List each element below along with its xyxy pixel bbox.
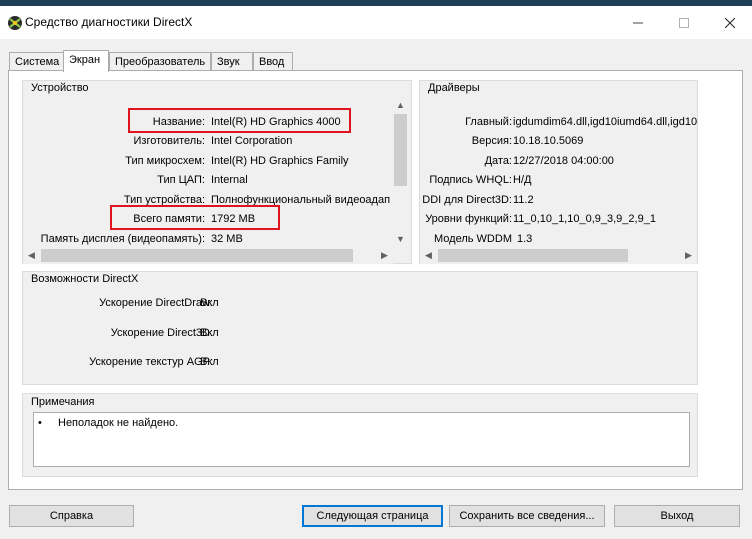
feature-levels-label: Уровни функций: [425, 213, 512, 225]
tab-label: Система [15, 56, 60, 68]
chip-type-value: Intel(R) HD Graphics Family [211, 155, 349, 167]
directx-features-group: Возможности DirectX Ускорение DirectDraw… [22, 271, 698, 385]
tab-renderer[interactable]: Преобразователь [109, 52, 211, 71]
main-driver-label: Главный: [465, 116, 512, 128]
ddi-value: 11.2 [513, 194, 534, 206]
bullet-icon: • [38, 417, 42, 429]
device-group-title: Устройство [31, 82, 89, 94]
scroll-right-arrow-icon[interactable]: ▶ [680, 247, 697, 264]
directdraw-label: Ускорение DirectDraw: [99, 297, 213, 309]
scroll-left-arrow-icon[interactable]: ◀ [23, 247, 40, 264]
main-driver-value: igdumdim64.dll,igd10iumd64.dll,igd10iu [513, 116, 697, 128]
directdraw-value: Вкл [200, 297, 219, 309]
exit-button[interactable]: Выход [614, 505, 740, 527]
dac-type-label: Тип ЦАП: [157, 174, 205, 186]
close-button[interactable] [707, 6, 752, 39]
minimize-button[interactable] [615, 6, 661, 39]
tab-label: Экран [69, 54, 101, 66]
date-value: 12/27/2018 04:00:00 [513, 155, 614, 167]
whql-value: Н/Д [513, 174, 532, 186]
maximize-button[interactable] [661, 6, 707, 39]
agp-label: Ускорение текстур AGP: [89, 356, 213, 368]
ddi-label: DDI для Direct3D: [422, 194, 512, 206]
close-icon [725, 17, 735, 28]
next-page-button[interactable]: Следующая страница [302, 505, 443, 527]
tab-sound[interactable]: Звук [211, 52, 253, 71]
display-memory-label: Память дисплея (видеопамять): [40, 233, 205, 245]
window-title: Средство диагностики DirectX [25, 15, 193, 29]
tab-label: Звук [217, 56, 240, 68]
scroll-down-arrow-icon[interactable]: ▼ [392, 230, 409, 247]
scroll-thumb[interactable] [394, 114, 407, 186]
tab-input[interactable]: Ввод [253, 52, 293, 71]
tab-label: Преобразователь [115, 56, 206, 68]
device-name-highlight [128, 108, 351, 133]
agp-value: Вкл [200, 356, 219, 368]
maximize-icon [679, 17, 689, 28]
tab-label: Ввод [259, 56, 285, 68]
device-horizontal-scrollbar[interactable]: ◀ ▶ [23, 247, 393, 264]
scroll-left-arrow-icon[interactable]: ◀ [420, 247, 437, 264]
manufacturer-label: Изготовитель: [133, 135, 206, 147]
total-memory-highlight [110, 205, 280, 230]
drivers-group: Драйверы Главный: igdumdim64.dll,igd10iu… [419, 80, 698, 264]
directx-features-title: Возможности DirectX [31, 273, 139, 285]
chip-type-label: Тип микросхем: [125, 155, 205, 167]
title-bar[interactable]: Средство диагностики DirectX [0, 6, 752, 39]
drivers-horizontal-scrollbar[interactable]: ◀ ▶ [420, 247, 697, 264]
display-memory-value: 32 MB [211, 233, 243, 245]
note-item: Неполадок не найдено. [58, 417, 179, 429]
notes-box[interactable]: • Неполадок не найдено. [33, 412, 690, 467]
scroll-thumb[interactable] [438, 249, 628, 262]
manufacturer-value: Intel Corporation [211, 135, 293, 147]
drivers-group-title: Драйверы [428, 82, 480, 94]
version-label: Версия: [471, 135, 512, 147]
whql-label: Подпись WHQL: [429, 174, 512, 186]
direct3d-value: Вкл [200, 327, 219, 339]
scroll-up-arrow-icon[interactable]: ▲ [392, 96, 409, 113]
driver-info-list: Главный: igdumdim64.dll,igd10iumd64.dll,… [420, 96, 697, 247]
notes-group: Примечания • Неполадок не найдено. [22, 393, 698, 477]
wddm-label: Модель WDDM [434, 233, 512, 245]
tab-system[interactable]: Система [9, 52, 64, 71]
dac-type-value: Internal [211, 174, 248, 186]
save-all-info-button[interactable]: Сохранить все сведения... [449, 505, 605, 527]
scroll-right-arrow-icon[interactable]: ▶ [376, 247, 393, 264]
feature-levels-value: 11_0,10_1,10_0,9_3,9_2,9_1 [513, 213, 656, 225]
tab-display[interactable]: Экран [63, 50, 109, 72]
directx-icon [8, 16, 22, 30]
help-button[interactable]: Справка [9, 505, 134, 527]
notes-title: Примечания [31, 396, 95, 408]
minimize-icon [633, 22, 643, 23]
wddm-value: 1.3 [517, 233, 533, 245]
scroll-thumb[interactable] [41, 249, 353, 262]
direct3d-label: Ускорение Direct3D: [110, 327, 213, 339]
date-label: Дата: [484, 155, 512, 167]
version-value: 10.18.10.5069 [513, 135, 584, 147]
device-vertical-scrollbar[interactable]: ▲ ▼ [392, 96, 409, 247]
